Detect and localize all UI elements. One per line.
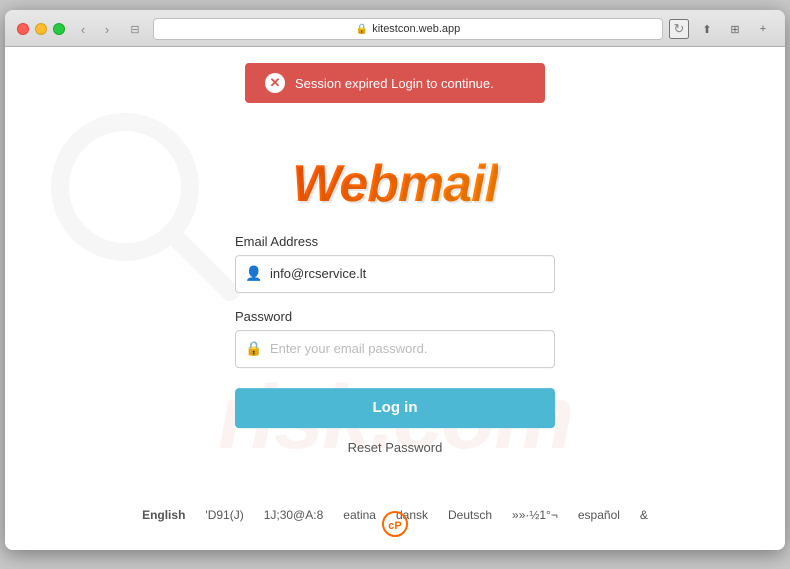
user-icon: 👤 [245,265,262,282]
share-button[interactable]: ⬆ [697,19,717,39]
email-input[interactable] [235,255,555,293]
password-input[interactable] [235,330,555,368]
reset-password-link[interactable]: Reset Password [348,440,443,455]
watermark-search-icon [45,107,245,307]
lang-item-3[interactable]: 1J;30@A:8 [264,508,324,522]
email-form-group: Email Address 👤 [235,234,555,293]
lang-item-2[interactable]: 'D91(J) [205,508,243,522]
lang-deutsch[interactable]: Deutsch [448,508,492,522]
lang-english[interactable]: English [142,508,185,522]
email-input-wrapper: 👤 [235,255,555,293]
lang-ampersand[interactable]: & [640,508,648,522]
refresh-button[interactable]: ↻ [669,19,689,39]
browser-window: ‹ › ⊟ 🔒 kitestcon.web.app ↻ ⬆ ⊞ + risk.c… [5,10,785,550]
minimize-button[interactable] [35,23,47,35]
tabs-button[interactable]: ⊞ [725,19,745,39]
titlebar: ‹ › ⊟ 🔒 kitestcon.web.app ↻ ⬆ ⊞ + [5,10,785,47]
password-input-wrapper: 🔒 [235,330,555,368]
lang-item-4[interactable]: eatina [343,508,376,522]
forward-button[interactable]: › [97,19,117,39]
alert-message: Session expired Login to continue. [295,76,494,91]
traffic-lights [17,23,65,35]
add-tab-button[interactable]: + [753,19,773,39]
svg-text:cP: cP [388,520,401,532]
password-form-group: Password 🔒 [235,309,555,368]
login-container: Webmail Email Address 👤 Password 🔒 Log i… [235,158,555,471]
lang-item-7[interactable]: »»·½1°¬ [512,508,558,522]
maximize-button[interactable] [53,23,65,35]
padlock-icon: 🔒 [245,340,262,357]
close-button[interactable] [17,23,29,35]
url-text: kitestcon.web.app [372,23,460,35]
cpanel-logo: cP [380,509,410,544]
email-label: Email Address [235,234,555,249]
reader-icon[interactable]: ⊟ [125,19,145,39]
back-button[interactable]: ‹ [73,19,93,39]
address-bar-row: 🔒 kitestcon.web.app ↻ [153,18,689,40]
browser-content: risk.com ✕ Session expired Login to cont… [5,47,785,550]
webmail-logo: Webmail [292,158,498,210]
lock-icon: 🔒 [356,24,368,35]
password-label: Password [235,309,555,324]
lang-espanol[interactable]: español [578,508,620,522]
login-button[interactable]: Log in [235,388,555,428]
alert-banner: ✕ Session expired Login to continue. [245,63,545,103]
address-bar[interactable]: 🔒 kitestcon.web.app [153,18,663,40]
alert-x-icon: ✕ [265,73,285,93]
nav-buttons: ‹ › [73,19,117,39]
